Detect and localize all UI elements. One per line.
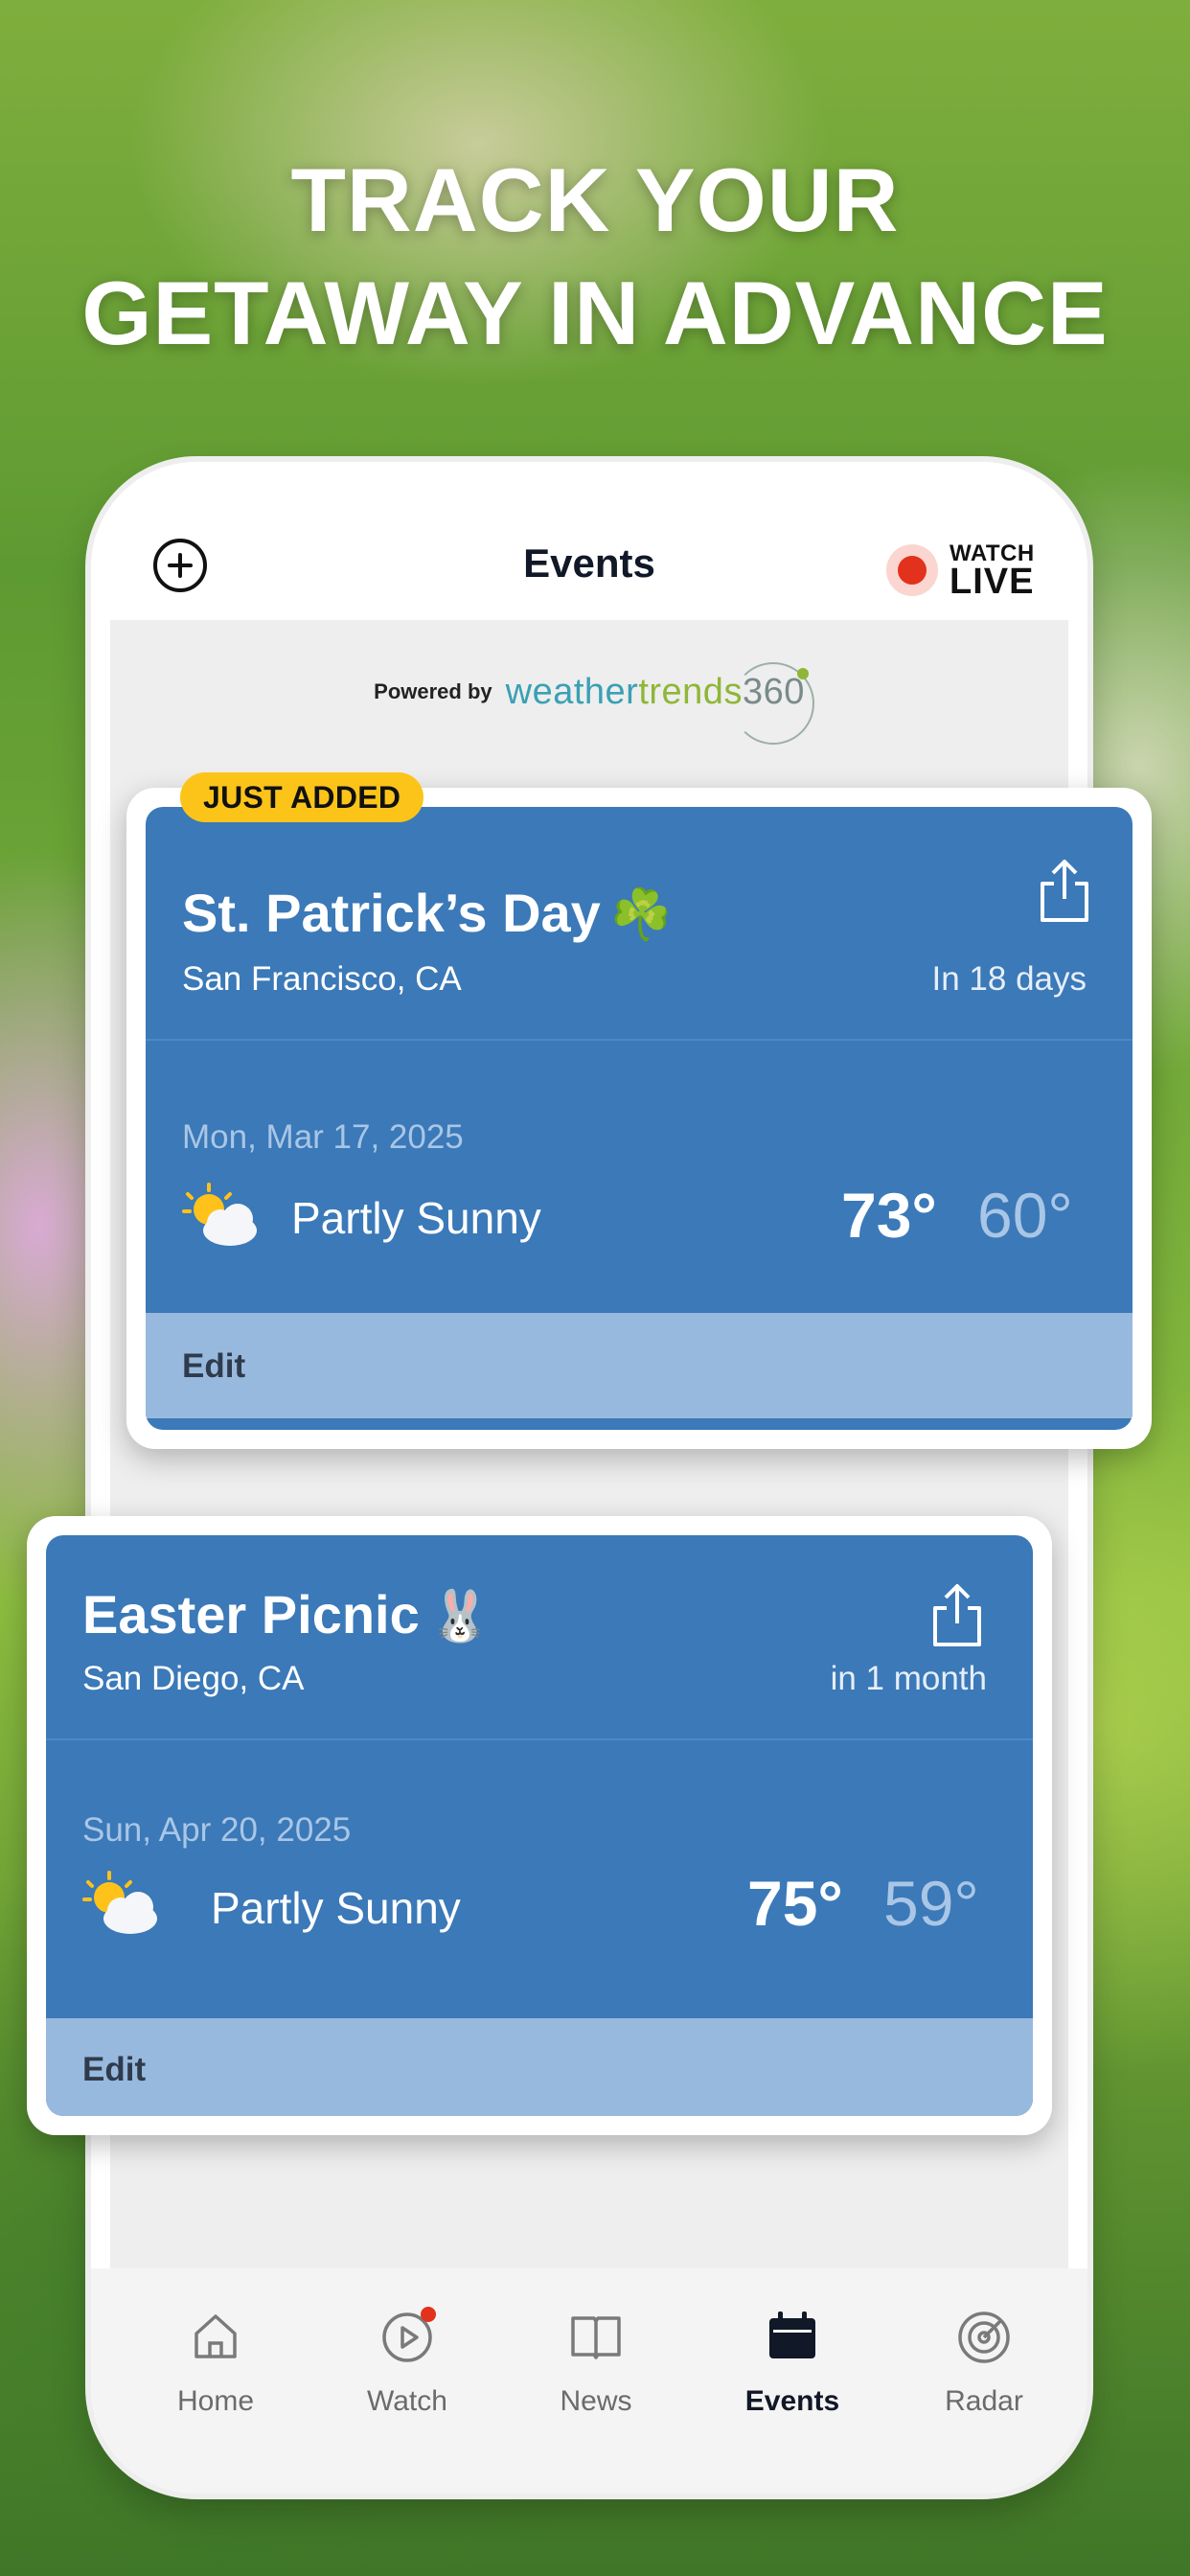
tab-watch[interactable]: Watch bbox=[331, 2307, 484, 2431]
event-high-temp: 73° bbox=[841, 1180, 937, 1251]
event-condition: Partly Sunny bbox=[211, 1883, 461, 1933]
bunny-emoji: 🐰 bbox=[428, 1589, 492, 1644]
card-divider bbox=[146, 1039, 1133, 1041]
tab-home[interactable]: Home bbox=[139, 2307, 292, 2431]
event-card[interactable]: Easter Picnic 🐰 San Diego, CA in 1 month … bbox=[46, 1535, 1033, 2116]
watch-notification-dot bbox=[421, 2307, 436, 2322]
event-date: Mon, Mar 17, 2025 bbox=[182, 1118, 464, 1156]
share-icon[interactable] bbox=[929, 1581, 985, 1648]
event-low-temp: 59° bbox=[883, 1868, 979, 1939]
event-date: Sun, Apr 20, 2025 bbox=[82, 1811, 352, 1849]
event-title: St. Patrick’s Day ☘️ bbox=[182, 883, 673, 943]
edit-bar[interactable]: Edit bbox=[146, 1313, 1133, 1418]
calendar-icon bbox=[769, 2312, 815, 2358]
headline: TRACK YOUR GETAWAY IN ADVANCE bbox=[0, 144, 1190, 370]
tab-watch-label: Watch bbox=[367, 2385, 447, 2417]
card-divider bbox=[46, 1738, 1033, 1740]
event-card-frame: St. Patrick’s Day ☘️ San Francisco, CA In… bbox=[126, 788, 1152, 1449]
event-condition: Partly Sunny bbox=[291, 1193, 541, 1243]
home-icon bbox=[195, 2314, 237, 2358]
tab-bar: Home Watch News Events Radar bbox=[91, 2268, 1087, 2494]
tab-events-label: Events bbox=[744, 2385, 840, 2417]
event-card-frame: Easter Picnic 🐰 San Diego, CA in 1 month … bbox=[27, 1516, 1052, 2135]
headline-line-2: GETAWAY IN ADVANCE bbox=[81, 263, 1109, 363]
live-label: LIVE bbox=[950, 562, 1035, 602]
edit-button[interactable]: Edit bbox=[82, 2051, 146, 2089]
weathertrends-logo: weathertrends360 bbox=[506, 661, 814, 745]
app-header: Events WATCH LIVE bbox=[91, 462, 1087, 620]
shamrock-emoji: ☘️ bbox=[609, 887, 673, 943]
event-location: San Diego, CA bbox=[82, 1660, 305, 1697]
tab-events[interactable]: Events bbox=[716, 2307, 869, 2431]
phone-frame: Events WATCH LIVE Powered by weathertren… bbox=[91, 462, 1087, 2494]
book-icon bbox=[571, 2316, 621, 2359]
event-high-temp: 75° bbox=[747, 1868, 843, 1939]
partly-sunny-icon bbox=[82, 1871, 157, 1934]
partly-sunny-icon bbox=[182, 1183, 257, 1246]
radar-icon bbox=[958, 2312, 1010, 2363]
tab-home-label: Home bbox=[176, 2385, 255, 2417]
event-countdown: In 18 days bbox=[931, 960, 1087, 998]
share-icon[interactable] bbox=[1037, 857, 1092, 924]
tab-radar-label: Radar bbox=[945, 2385, 1023, 2417]
event-location: San Francisco, CA bbox=[182, 960, 462, 998]
event-countdown: in 1 month bbox=[830, 1660, 987, 1697]
edit-button[interactable]: Edit bbox=[182, 1347, 245, 1386]
powered-by: Powered by weathertrends360 bbox=[110, 649, 1068, 745]
tab-news-label: News bbox=[560, 2385, 632, 2417]
watch-live-button[interactable]: WATCH LIVE bbox=[886, 537, 1059, 604]
powered-by-label: Powered by bbox=[374, 679, 492, 703]
edit-bar[interactable]: Edit bbox=[46, 2018, 1033, 2116]
event-card[interactable]: St. Patrick’s Day ☘️ San Francisco, CA In… bbox=[146, 807, 1133, 1430]
tab-radar[interactable]: Radar bbox=[907, 2307, 1061, 2431]
just-added-badge: JUST ADDED bbox=[180, 772, 424, 822]
event-title: Easter Picnic 🐰 bbox=[82, 1584, 492, 1644]
event-low-temp: 60° bbox=[977, 1180, 1073, 1251]
tab-news[interactable]: News bbox=[519, 2307, 673, 2431]
live-indicator-icon bbox=[886, 544, 938, 596]
headline-line-1: TRACK YOUR bbox=[290, 150, 900, 250]
